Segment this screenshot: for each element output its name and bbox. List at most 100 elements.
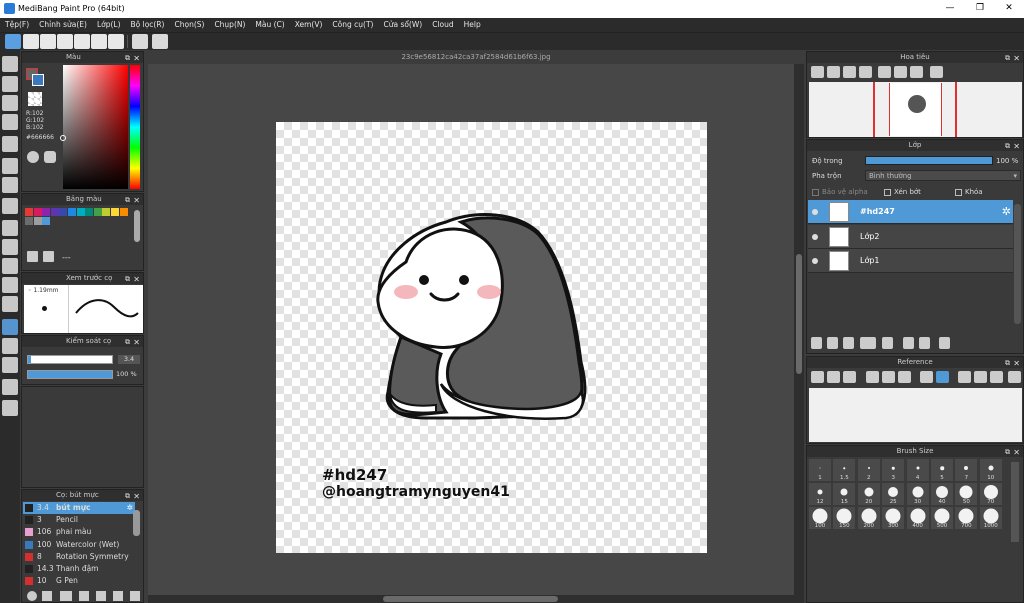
menu-tools[interactable]: Công cụ(T) xyxy=(327,18,378,32)
select-eraser-tool-icon[interactable] xyxy=(2,296,18,312)
brush-copy-icon[interactable] xyxy=(79,591,89,601)
new-halftone-layer-icon[interactable] xyxy=(827,337,838,349)
brush-size-cell[interactable]: 10 xyxy=(979,459,1002,481)
brush-size-cell[interactable]: 40 xyxy=(931,483,953,505)
brush-menu-icon[interactable] xyxy=(60,591,72,601)
eye-icon[interactable] xyxy=(812,209,818,215)
cloud-icon[interactable] xyxy=(5,34,21,49)
palette-swatch[interactable] xyxy=(42,217,51,225)
background-color-swatch[interactable] xyxy=(32,74,44,86)
brush-page-icon[interactable] xyxy=(96,591,106,601)
brush-list-item[interactable]: 8 Rotation Symmetry Pe xyxy=(23,551,135,563)
eyedropper-tool-icon[interactable] xyxy=(2,379,18,395)
brush-folder-icon[interactable] xyxy=(42,591,52,601)
hue-slider[interactable] xyxy=(130,65,140,189)
brush-size-cell[interactable]: 70 xyxy=(979,483,1002,505)
brush-size-cell[interactable]: 12 xyxy=(809,483,831,505)
new-8bit-layer-icon[interactable] xyxy=(843,337,854,349)
layer-row[interactable]: Lớp2 xyxy=(808,224,1013,249)
new-palette-icon[interactable] xyxy=(27,251,38,262)
brush-size-cell[interactable]: 200 xyxy=(857,507,880,529)
popout-icon[interactable]: ⧉ xyxy=(125,491,130,502)
brush-size-cell[interactable]: 1000 xyxy=(979,507,1002,529)
palette-swatch[interactable] xyxy=(59,208,68,216)
ref-zoom-in-icon[interactable] xyxy=(866,371,879,383)
ref-rotate-left-icon[interactable] xyxy=(958,371,971,383)
menu-window[interactable]: Cửa sổ(W) xyxy=(378,18,427,32)
grid-icon[interactable] xyxy=(74,34,90,49)
merge-down-icon[interactable] xyxy=(919,337,930,349)
ref-rotate-reset-icon[interactable] xyxy=(974,371,987,383)
popout-icon[interactable]: ⧉ xyxy=(1005,447,1010,458)
brush-size-slider[interactable] xyxy=(27,355,113,364)
brush-size-cell[interactable]: 4 xyxy=(906,459,929,481)
brush-size-cell[interactable]: 5 xyxy=(931,459,953,481)
brush-size-scrollbar[interactable] xyxy=(1011,462,1019,542)
zoom-in-icon[interactable] xyxy=(811,66,824,78)
palette-swatch[interactable] xyxy=(119,208,128,216)
scroll-thumb[interactable] xyxy=(796,254,802,374)
popout-icon[interactable]: ⧉ xyxy=(1005,358,1010,369)
popout-icon[interactable]: ⧉ xyxy=(125,53,130,64)
trash-icon[interactable] xyxy=(43,251,54,262)
menu-color[interactable]: Màu (C) xyxy=(250,18,289,32)
brush-list-item[interactable]: 10 G Pen xyxy=(23,575,135,587)
rotate-right-icon[interactable] xyxy=(910,66,923,78)
brush-size-cell[interactable]: 300 xyxy=(882,507,905,529)
menu-snap[interactable]: Chụp(N) xyxy=(209,18,250,32)
lock-checkbox[interactable]: Khóa xyxy=(955,188,983,196)
brush-list-scrollbar[interactable] xyxy=(133,510,140,536)
select-pen-tool-icon[interactable] xyxy=(2,277,18,293)
brush-size-cell[interactable]: 1.5 xyxy=(833,459,856,481)
fit-icon[interactable] xyxy=(843,66,856,78)
rect-tool-icon[interactable] xyxy=(2,95,18,111)
brush-size-cell[interactable]: 20 xyxy=(857,483,880,505)
delete-layer-icon[interactable] xyxy=(939,337,950,349)
rotate-left-icon[interactable] xyxy=(878,66,891,78)
brush-size-cell[interactable]: 50 xyxy=(955,483,978,505)
palette-swatch[interactable] xyxy=(25,217,33,225)
navigator-preview[interactable] xyxy=(809,82,1022,137)
brush-size-cell[interactable]: 7 xyxy=(955,459,978,481)
reference-view[interactable] xyxy=(809,388,1022,442)
brush-size-cell[interactable]: 100 xyxy=(809,507,831,529)
popout-icon[interactable]: ⧉ xyxy=(125,337,130,348)
canvas-horizontal-scrollbar[interactable] xyxy=(148,595,794,603)
eye-icon[interactable] xyxy=(812,258,818,264)
brush-size-cell[interactable]: 700 xyxy=(955,507,978,529)
close-icon[interactable]: ✕ xyxy=(1013,53,1020,64)
operation-tool-icon[interactable] xyxy=(2,338,18,354)
saturation-value-field[interactable] xyxy=(63,65,128,189)
hand-tool-icon[interactable] xyxy=(2,400,18,416)
menu-edit[interactable]: Chỉnh sửa(E) xyxy=(34,18,92,32)
menu-select[interactable]: Chọn(S) xyxy=(169,18,209,32)
color-wheel-icon[interactable] xyxy=(27,151,39,163)
brush-size-cell[interactable]: 15 xyxy=(833,483,856,505)
ref-flip-icon[interactable] xyxy=(1008,371,1021,383)
brush-size-cell[interactable]: 1 xyxy=(809,459,831,481)
brush-list-item[interactable]: 3 Pencil xyxy=(23,514,135,526)
brush-size-cell[interactable]: 30 xyxy=(906,483,929,505)
close-icon[interactable]: ✕ xyxy=(133,53,140,64)
ref-fit-icon[interactable] xyxy=(882,371,895,383)
actual-size-icon[interactable] xyxy=(859,66,872,78)
ref-rotate-right-icon[interactable] xyxy=(990,371,1003,383)
lasso-tool-icon[interactable] xyxy=(2,239,18,255)
gear-icon[interactable]: ✲ xyxy=(1002,205,1011,218)
close-icon[interactable]: ✕ xyxy=(1013,447,1020,458)
duplicate-layer-icon[interactable] xyxy=(903,337,914,349)
speech-bubble-icon[interactable] xyxy=(40,34,56,49)
menu-filter[interactable]: Bộ lọc(R) xyxy=(126,18,170,32)
color-picker-icon[interactable] xyxy=(44,151,56,163)
brush-list-item[interactable]: 100 Watercolor (Wet) xyxy=(23,539,135,551)
close-icon[interactable]: ✕ xyxy=(1013,358,1020,369)
clip-checkbox[interactable]: Xén bớt xyxy=(884,188,921,196)
pen-tool-icon[interactable] xyxy=(2,114,18,130)
popout-icon[interactable]: ⧉ xyxy=(1005,53,1010,64)
palette-swatch[interactable] xyxy=(33,217,42,225)
brush-tool-icon[interactable] xyxy=(2,56,18,72)
blend-mode-select[interactable]: Bình thường ▾ xyxy=(865,170,1021,181)
palette-swatch[interactable] xyxy=(93,208,102,216)
minimize-button[interactable]: — xyxy=(936,3,964,15)
palette-swatch[interactable] xyxy=(111,208,119,216)
